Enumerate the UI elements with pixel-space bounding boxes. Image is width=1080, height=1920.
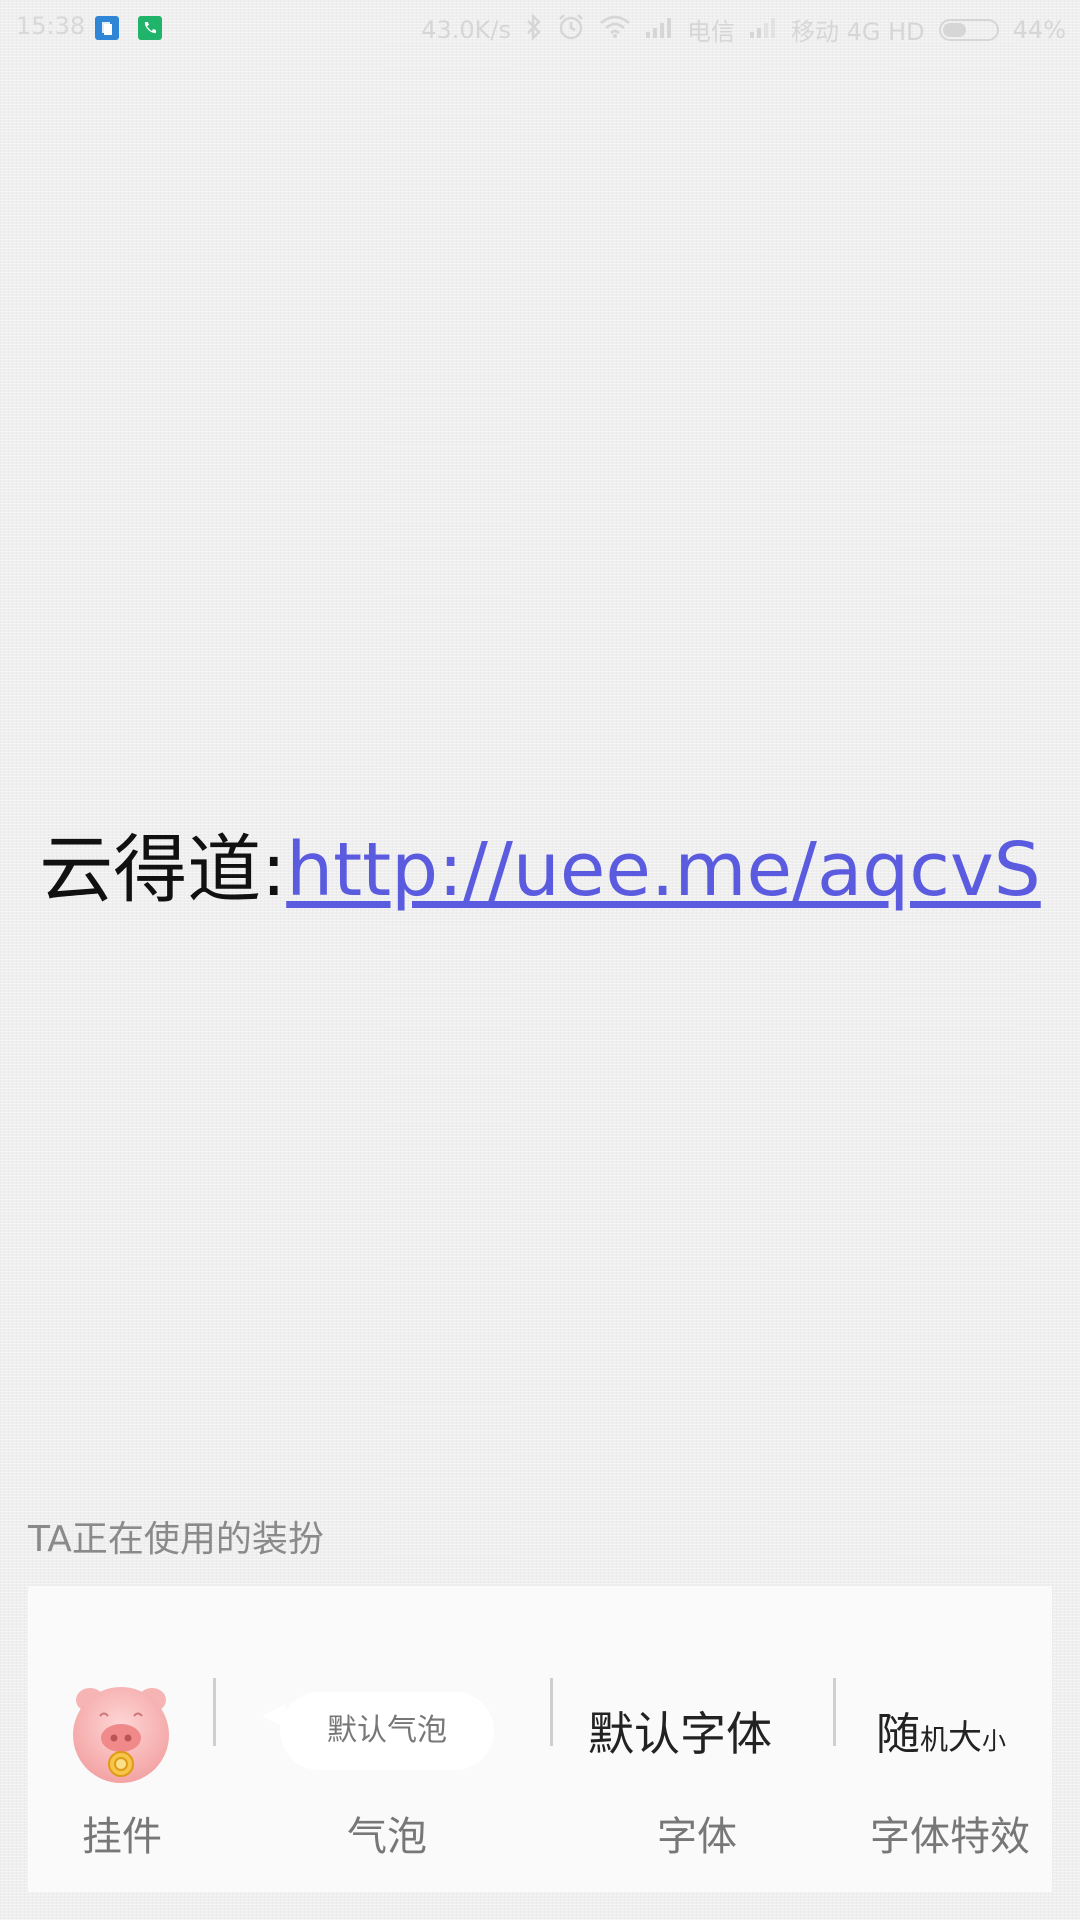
phone-icon xyxy=(138,16,162,40)
status-bar: 15:38 43.0K/s 电信 移动 4G HD 44% xyxy=(0,0,1080,56)
battery-percent: 44% xyxy=(1012,15,1066,44)
alarm-icon xyxy=(557,13,585,47)
message-text: 云得道:http://uee.me/aqcvS xyxy=(0,820,1080,920)
carrier-2: 移动 4G HD xyxy=(791,18,925,46)
bluetooth-icon xyxy=(525,12,543,46)
decor-card: 挂件 默认气泡 气泡 默认字体 字体 随机大小 字体特效 xyxy=(28,1586,1052,1892)
divider xyxy=(213,1678,216,1746)
decor-item-label: 气泡 xyxy=(347,1814,427,1860)
effect-char: 机 xyxy=(920,1723,949,1756)
decor-item-label: 字体特效 xyxy=(870,1814,1030,1860)
status-right: 43.0K/s 电信 移动 4G HD 44% xyxy=(421,12,1066,47)
signal-icon xyxy=(749,16,777,44)
carrier-1: 电信 xyxy=(687,18,735,46)
effect-char: 随 xyxy=(876,1709,920,1760)
message-prefix: 云得道: xyxy=(39,827,287,913)
decor-item-label: 字体 xyxy=(657,1814,737,1860)
doc-icon xyxy=(95,16,119,40)
signal-icon xyxy=(645,16,673,44)
font-effect-preview: 随机大小 xyxy=(876,1698,1006,1762)
bubble-preview: 默认气泡 xyxy=(280,1692,494,1770)
divider xyxy=(550,1678,553,1746)
network-speed: 43.0K/s xyxy=(421,15,511,44)
decor-item-label: 挂件 xyxy=(82,1814,162,1860)
battery-icon xyxy=(938,18,999,41)
divider xyxy=(833,1678,836,1746)
wifi-icon xyxy=(599,15,631,45)
message-link[interactable]: http://uee.me/aqcvS xyxy=(286,827,1041,913)
decor-section-title: TA正在使用的装扮 xyxy=(28,1519,324,1560)
effect-char: 小 xyxy=(982,1727,1007,1755)
font-preview: 默认字体 xyxy=(588,1707,772,1761)
status-time: 15:38 xyxy=(16,12,86,40)
effect-char: 大 xyxy=(948,1718,983,1758)
pig-pendant-icon xyxy=(73,1687,169,1783)
